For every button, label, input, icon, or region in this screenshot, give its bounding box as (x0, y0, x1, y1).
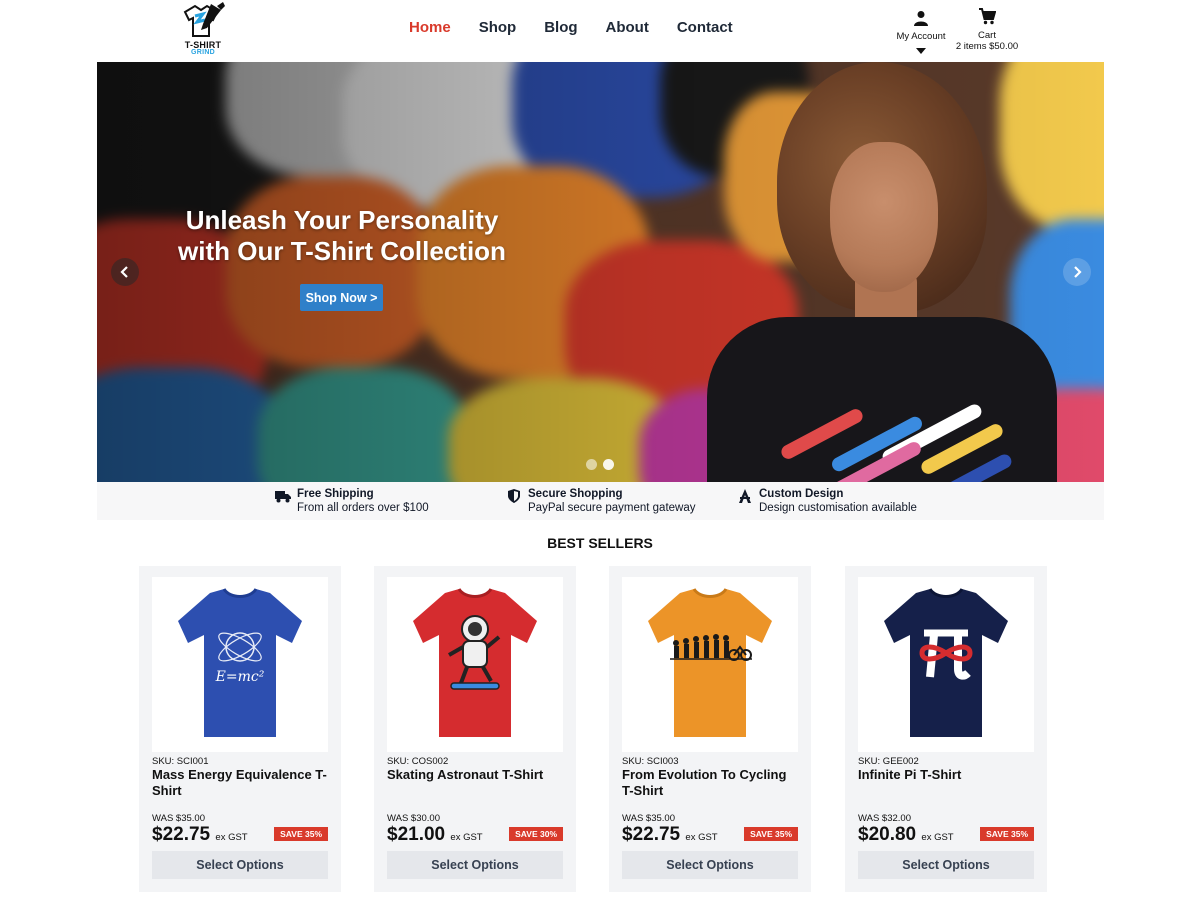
product-image[interactable] (387, 577, 563, 752)
tshirt-image-icon (413, 588, 537, 737)
tshirt-image-icon (648, 588, 772, 737)
product-name[interactable]: Mass Energy Equivalence T-Shirt (152, 767, 330, 799)
select-options-button[interactable]: Select Options (622, 851, 798, 879)
chevron-right-icon (1074, 266, 1082, 278)
product-was-price: WAS $35.00 (152, 813, 205, 824)
feature-text: Design customisation available (759, 502, 917, 514)
nav-home[interactable]: Home (409, 19, 451, 36)
slider-dot-2[interactable] (603, 459, 614, 470)
select-options-button[interactable]: Select Options (152, 851, 328, 879)
product-card[interactable]: E=mc² SKU: SCI001 Mass Energy Equivalenc… (139, 566, 341, 892)
product-price: $21.00 ex GST (387, 824, 483, 846)
price-value: $22.75 (152, 824, 211, 845)
product-was-price: WAS $32.00 (858, 813, 911, 824)
save-badge: SAVE 35% (744, 827, 798, 841)
price-tax-note: ex GST (215, 832, 248, 843)
site-logo[interactable]: T-SHIRT GRIND (177, 2, 229, 58)
tshirt-image-icon: E=mc² (178, 588, 302, 737)
product-sku: SKU: GEE002 (858, 756, 919, 767)
model-face (830, 142, 938, 292)
nav-blog[interactable]: Blog (544, 19, 577, 36)
feature-title: Secure Shopping (528, 488, 623, 500)
product-name[interactable]: From Evolution To Cycling T-Shirt (622, 767, 800, 799)
logo-subtext: GRIND (190, 49, 216, 56)
product-name[interactable]: Infinite Pi T-Shirt (858, 767, 1036, 783)
shop-now-button[interactable]: Shop Now > (300, 284, 383, 311)
cart-summary: 2 items $50.00 (955, 41, 1019, 52)
model-tshirt (707, 317, 1057, 482)
nav-contact[interactable]: Contact (677, 19, 733, 36)
chevron-down-icon[interactable] (915, 47, 927, 55)
feature-title: Custom Design (759, 488, 844, 500)
product-price: $22.75 ex GST (152, 824, 248, 846)
nav-about[interactable]: About (606, 19, 649, 36)
feature-title: Free Shipping (297, 488, 374, 500)
price-value: $21.00 (387, 824, 446, 845)
price-tax-note: ex GST (685, 832, 718, 843)
cart-icon (979, 8, 997, 25)
product-image[interactable] (858, 577, 1034, 752)
save-badge: SAVE 35% (274, 827, 328, 841)
best-sellers-title: BEST SELLERS (547, 535, 653, 551)
product-sku: SKU: SCI001 (152, 756, 209, 767)
product-sku: SKU: SCI003 (622, 756, 679, 767)
product-image[interactable]: E=mc² (152, 577, 328, 752)
product-price: $22.75 ex GST (622, 824, 718, 846)
site-header: T-SHIRT GRIND Home Shop Blog About Conta… (97, 0, 1104, 62)
product-was-price: WAS $35.00 (622, 813, 675, 824)
cart[interactable]: Cart 2 items $50.00 (953, 8, 1021, 52)
slider-next-arrow[interactable] (1063, 258, 1091, 286)
hero-slider: Unleash Your Personality with Our T-Shir… (97, 62, 1104, 482)
price-value: $22.75 (622, 824, 681, 845)
design-icon (739, 489, 751, 503)
price-value: $20.80 (858, 824, 917, 845)
save-badge: SAVE 30% (509, 827, 563, 841)
select-options-button[interactable]: Select Options (387, 851, 563, 879)
product-price: $20.80 ex GST (858, 824, 954, 846)
product-sku: SKU: COS002 (387, 756, 449, 767)
select-options-button[interactable]: Select Options (858, 851, 1034, 879)
product-card[interactable]: SKU: SCI003 From Evolution To Cycling T-… (609, 566, 811, 892)
nav-shop[interactable]: Shop (479, 19, 517, 36)
truck-icon (275, 491, 291, 503)
tshirt-image-icon (884, 588, 1008, 737)
user-icon (914, 11, 928, 26)
logo-shirt-icon (183, 2, 225, 37)
slider-dot-1[interactable] (586, 459, 597, 470)
price-tax-note: ex GST (450, 832, 483, 843)
slider-prev-arrow[interactable] (111, 258, 139, 286)
my-account[interactable]: My Account (893, 10, 949, 60)
feature-text: From all orders over $100 (297, 502, 429, 514)
chevron-left-icon (120, 266, 128, 278)
feature-text: PayPal secure payment gateway (528, 502, 696, 514)
account-label: My Account (896, 31, 946, 42)
hero-title: Unleash Your Personality with Our T-Shir… (178, 205, 506, 266)
product-image[interactable] (622, 577, 798, 752)
svg-text:E=mc²: E=mc² (215, 669, 265, 685)
slider-dots (586, 459, 614, 470)
price-tax-note: ex GST (921, 832, 954, 843)
product-card[interactable]: SKU: COS002 Skating Astronaut T-Shirt WA… (374, 566, 576, 892)
save-badge: SAVE 35% (980, 827, 1034, 841)
product-was-price: WAS $30.00 (387, 813, 440, 824)
product-card[interactable]: SKU: GEE002 Infinite Pi T-Shirt WAS $32.… (845, 566, 1047, 892)
features-bar: Free Shipping From all orders over $100 … (97, 482, 1104, 520)
cart-label: Cart (978, 30, 996, 41)
main-nav: Home Shop Blog About Contact (409, 19, 761, 36)
product-name[interactable]: Skating Astronaut T-Shirt (387, 767, 565, 783)
shield-icon (508, 489, 520, 503)
